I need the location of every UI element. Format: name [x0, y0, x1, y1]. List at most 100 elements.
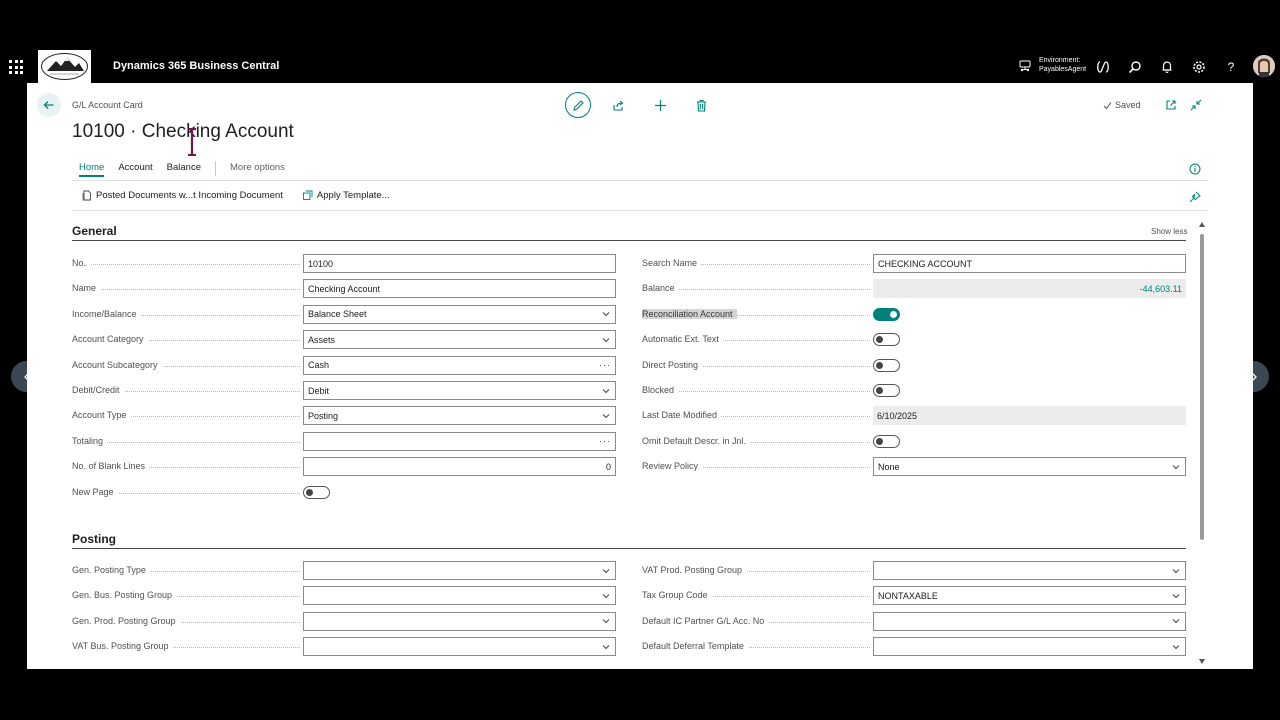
edit-button[interactable] — [565, 92, 591, 118]
tax-group-code-field[interactable]: NONTAXABLE — [873, 586, 1186, 606]
omit-default-descr-in-jnl-toggle[interactable] — [873, 434, 900, 448]
section-title-general[interactable]: General — [72, 224, 117, 238]
label-text: Default IC Partner G/L Acc. No — [642, 615, 769, 626]
tab-divider — [215, 161, 217, 176]
avatar[interactable] — [1253, 55, 1275, 77]
lookup-ellipsis-icon[interactable]: ··· — [599, 360, 611, 370]
app-title[interactable]: Dynamics 365 Business Central — [113, 60, 279, 72]
tax-group-code-value: NONTAXABLE — [878, 590, 938, 601]
blocked-toggle[interactable] — [873, 384, 900, 397]
toggle-knob — [890, 310, 897, 318]
gl-account-card: G/L Account Card 10100 · Checking Accoun… — [27, 83, 1253, 669]
lookup-ellipsis-icon[interactable]: ··· — [599, 436, 611, 446]
share-button[interactable] — [608, 95, 628, 115]
toggle-knob — [876, 437, 883, 445]
action-bar: Posted Documents w...t Incoming Document… — [82, 190, 409, 201]
more-options-tab[interactable]: More options — [230, 162, 285, 177]
label-text: Direct Posting — [642, 359, 703, 370]
account-type-field[interactable]: Posting — [303, 406, 616, 426]
label-text: VAT Bus. Posting Group — [72, 641, 173, 652]
template-icon — [302, 190, 313, 200]
document-icon — [82, 190, 91, 201]
plus-icon — [654, 99, 666, 111]
page-title: 10100 · Checking Account — [72, 121, 294, 142]
label-new-page: New Page — [72, 486, 300, 498]
app-launcher-icon[interactable] — [9, 60, 23, 74]
label-debit-credit: Debit/Credit — [72, 384, 300, 396]
account-category-field[interactable]: Assets — [303, 330, 616, 350]
label-text: Balance — [642, 283, 679, 294]
scroll-down-button[interactable] — [1195, 654, 1209, 668]
default-deferral-template-field[interactable] — [873, 637, 1186, 657]
tab-balance[interactable]: Balance — [167, 162, 201, 177]
direct-posting-toggle[interactable] — [873, 358, 900, 372]
company-logo[interactable] — [38, 50, 91, 83]
income-balance-field[interactable]: Balance Sheet — [303, 304, 616, 324]
tab-home[interactable]: Home — [79, 162, 105, 177]
new-button[interactable] — [650, 95, 670, 115]
environment-label: Environment: — [1039, 57, 1081, 64]
debit-credit-field[interactable]: Debit — [303, 381, 616, 400]
gear-icon[interactable] — [1191, 59, 1207, 75]
section-title-posting[interactable]: Posting — [72, 532, 116, 546]
bell-icon[interactable] — [1159, 59, 1175, 75]
label-text: Debit/Credit — [72, 385, 124, 395]
copilot-icon[interactable] — [1095, 59, 1111, 75]
totaling-field[interactable]: ··· — [303, 431, 616, 451]
default-ic-partner-g-l-acc-no-field[interactable] — [873, 611, 1186, 631]
search-name-field[interactable]: CHECKING ACCOUNT — [873, 254, 1186, 273]
apply-template-button[interactable]: Apply Template... — [302, 190, 390, 201]
posted-documents-button[interactable]: Posted Documents w...t Incoming Document — [82, 190, 283, 201]
environment-indicator[interactable]: Environment: PayablesAgent — [1018, 56, 1086, 74]
gen-posting-type-field[interactable] — [303, 561, 616, 580]
scroll-up-button[interactable] — [1195, 217, 1209, 231]
automatic-ext-text-toggle[interactable] — [873, 333, 900, 347]
label-text: Account Category — [72, 334, 148, 345]
no-field[interactable]: 10100 — [303, 254, 616, 273]
account-subcategory-field[interactable]: Cash ··· — [303, 355, 616, 375]
balance-value[interactable]: -44,603.11 — [877, 284, 1182, 294]
name-field[interactable]: Checking Account — [303, 279, 616, 299]
open-new-window-button[interactable] — [1161, 95, 1181, 115]
reconciliation-account-toggle[interactable] — [873, 307, 900, 321]
show-less-link[interactable]: Show less — [1151, 227, 1187, 236]
label-text: Gen. Posting Type — [72, 565, 150, 575]
chevron-down-icon — [1172, 594, 1180, 599]
label-vat-bus-posting-group: VAT Bus. Posting Group — [72, 640, 300, 652]
environment-name: PayablesAgent — [1039, 66, 1087, 73]
label-default-ic-partner-g-l-acc-no: Default IC Partner G/L Acc. No — [642, 615, 870, 627]
vat-bus-posting-group-field[interactable] — [303, 637, 616, 657]
gen-prod-posting-group-field[interactable] — [303, 611, 616, 631]
label-totaling: Totaling — [72, 435, 300, 447]
vat-prod-posting-group-field[interactable] — [873, 561, 1186, 580]
help-icon[interactable]: ? — [1223, 59, 1239, 75]
no-of-blank-lines-field[interactable]: 0 — [303, 457, 616, 477]
label-no: No. — [72, 257, 300, 269]
gen-bus-posting-group-field[interactable] — [303, 586, 616, 606]
collapse-button[interactable] — [1186, 95, 1206, 115]
label-gen-posting-type: Gen. Posting Type — [72, 564, 300, 576]
label-text: Gen. Bus. Posting Group — [72, 590, 177, 601]
new-page-toggle[interactable] — [303, 485, 330, 499]
no-of-blank-lines-value: 0 — [605, 461, 611, 472]
last-date-modified-field[interactable]: 6/10/2025 — [873, 406, 1186, 426]
back-button[interactable] — [37, 93, 61, 117]
balance-field[interactable]: -44,603.11 — [873, 279, 1186, 299]
info-button[interactable] — [1185, 159, 1205, 179]
review-policy-value: None — [878, 461, 900, 472]
label-balance: Balance — [642, 282, 870, 294]
delete-button[interactable] — [691, 95, 711, 115]
label-text: Blocked — [642, 385, 679, 395]
scrollbar-thumb[interactable] — [1200, 234, 1204, 540]
chevron-down-icon — [1172, 644, 1180, 649]
pin-button[interactable] — [1185, 187, 1205, 207]
label-review-policy: Review Policy — [642, 460, 870, 472]
search-icon[interactable] — [1127, 59, 1143, 75]
tab-account[interactable]: Account — [118, 162, 152, 177]
action-tabs: Home Account Balance More options — [79, 161, 299, 177]
label-account-category: Account Category — [72, 333, 300, 345]
label-text: Income/Balance — [72, 308, 141, 319]
toggle-knob — [876, 361, 883, 369]
review-policy-field[interactable]: None — [873, 457, 1186, 477]
label-text: Gen. Prod. Posting Group — [72, 615, 180, 626]
